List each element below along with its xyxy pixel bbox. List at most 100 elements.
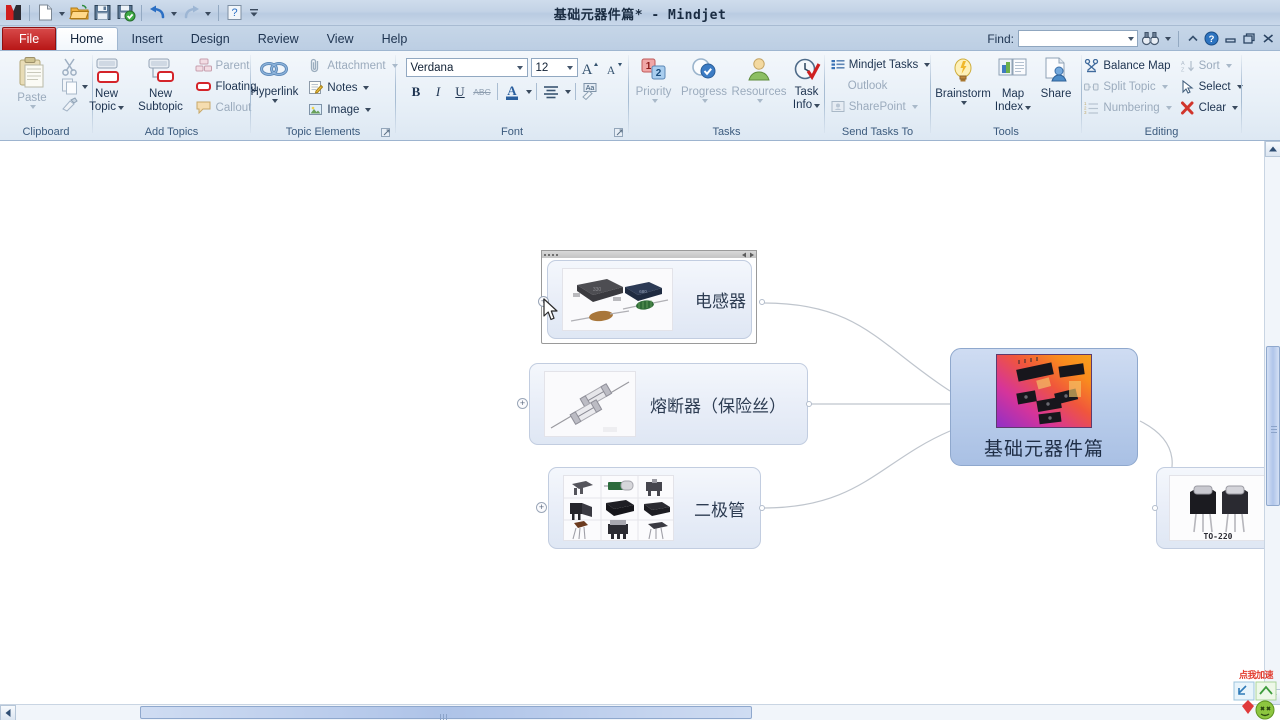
outlook-button[interactable]: Outlook	[828, 75, 891, 96]
tab-view[interactable]: View	[313, 27, 368, 50]
resources-button[interactable]: Resources	[731, 54, 788, 103]
notes-dropdown-arrow[interactable]	[363, 85, 370, 90]
find-input[interactable]	[1018, 30, 1138, 47]
align-dropdown-arrow[interactable]	[564, 89, 571, 94]
find-options-arrow[interactable]	[1165, 36, 1171, 41]
progress-button[interactable]: Progress	[678, 54, 731, 103]
font-family-dropdown-arrow[interactable]	[516, 66, 523, 70]
map-index-dropdown-arrow[interactable]	[1025, 105, 1032, 110]
topic-diode-expander[interactable]: +	[536, 502, 547, 513]
task-info-dropdown-arrow[interactable]	[814, 103, 821, 108]
numbering-dropdown-arrow[interactable]	[1165, 105, 1172, 110]
hyperlink-dropdown-arrow[interactable]	[272, 99, 279, 103]
map-index-button[interactable]: Map Index	[991, 54, 1035, 114]
tab-home[interactable]: Home	[56, 27, 118, 50]
drag-handle-dots[interactable]	[544, 253, 558, 256]
sharepoint-button[interactable]: SharePoint	[828, 96, 921, 117]
tab-insert[interactable]: Insert	[118, 27, 177, 50]
select-button[interactable]: Select	[1177, 76, 1246, 97]
font-size-dropdown-arrow[interactable]	[566, 66, 573, 70]
restore-button[interactable]	[1242, 32, 1257, 45]
progress-dropdown-arrow[interactable]	[702, 99, 708, 103]
tab-review[interactable]: Review	[244, 27, 313, 50]
binoculars-icon[interactable]	[1142, 31, 1159, 46]
numbering-button[interactable]: 123 Numbering	[1081, 97, 1174, 118]
title-bar: ? 基础元器件篇* - Mindjet	[0, 0, 1280, 26]
sort-button[interactable]: A Z Sort	[1177, 55, 1246, 76]
central-topic[interactable]: 基础元器件篇	[950, 348, 1138, 466]
tab-design[interactable]: Design	[177, 27, 244, 50]
parent-topic-icon	[195, 58, 212, 73]
task-info-button[interactable]: Task Info	[788, 54, 826, 112]
sharepoint-dropdown-arrow[interactable]	[911, 104, 918, 109]
new-subtopic-button[interactable]: New Subtopic	[132, 54, 190, 114]
strikethrough-button[interactable]: ABC	[472, 81, 493, 102]
priority-dropdown-arrow[interactable]	[651, 99, 658, 103]
balance-map-icon	[1084, 58, 1099, 73]
brainstorm-dropdown-arrow[interactable]	[961, 101, 967, 105]
sharepoint-icon	[831, 100, 845, 113]
italic-button[interactable]: I	[428, 81, 449, 102]
topic-inductor-expander[interactable]: +	[538, 296, 549, 307]
shrink-font-button[interactable]: A	[605, 57, 626, 78]
horizontal-scroll-thumb[interactable]	[140, 706, 752, 720]
sort-dropdown-arrow[interactable]	[1225, 63, 1232, 68]
selected-topic-toolbar[interactable]	[541, 250, 757, 258]
tab-file[interactable]: File	[2, 27, 57, 50]
brainstorm-button[interactable]: Brainstorm	[935, 54, 991, 105]
clear-dropdown-arrow[interactable]	[1232, 105, 1239, 110]
share-button[interactable]: Share	[1035, 54, 1077, 101]
topic-fuse[interactable]: 熔断器（保险丝）	[529, 363, 808, 445]
topic-elements-dialog-launcher[interactable]	[381, 128, 392, 139]
font-color-dropdown-arrow[interactable]	[525, 89, 532, 94]
font-family-combo[interactable]: Verdana	[405, 58, 528, 77]
tab-help[interactable]: Help	[368, 27, 422, 50]
clear-formatting-button[interactable]: Aa	[580, 81, 601, 102]
collapse-ribbon-icon[interactable]	[1186, 32, 1200, 45]
image-button[interactable]: Image	[305, 99, 400, 120]
scroll-up-button[interactable]	[1265, 141, 1280, 157]
font-size-combo[interactable]: 12	[530, 58, 578, 77]
topic-inductor[interactable]: 330 680 电感器	[547, 260, 752, 339]
bold-button[interactable]: B	[406, 81, 427, 102]
font-dialog-launcher[interactable]	[614, 128, 625, 139]
minimize-button[interactable]	[1223, 32, 1238, 45]
vertical-scroll-thumb[interactable]	[1266, 346, 1280, 506]
grow-font-button[interactable]: A	[581, 57, 602, 78]
font-color-button[interactable]: A	[502, 81, 523, 102]
underline-button[interactable]: U	[450, 81, 471, 102]
floating-ad-overlay[interactable]: 点我加速	[1232, 668, 1280, 720]
align-button[interactable]	[541, 81, 562, 102]
vertical-scrollbar[interactable]	[1264, 141, 1280, 705]
close-button[interactable]	[1261, 32, 1276, 45]
find-dropdown-arrow[interactable]	[1128, 37, 1134, 41]
help-circle-icon[interactable]: ?	[1204, 31, 1219, 46]
resize-handle-icon[interactable]	[742, 252, 754, 258]
topic-fuse-expander[interactable]: +	[517, 398, 528, 409]
split-topic-button[interactable]: Split Topic	[1081, 76, 1174, 97]
sort-icon: A Z	[1180, 59, 1195, 73]
scroll-left-button[interactable]	[0, 705, 16, 720]
paste-label: Paste	[17, 92, 47, 104]
resources-dropdown-arrow[interactable]	[757, 99, 763, 103]
image-dropdown-arrow[interactable]	[365, 107, 372, 112]
priority-button[interactable]: 1 2 Priority	[630, 54, 678, 103]
notes-button[interactable]: Notes	[305, 77, 400, 98]
hyperlink-button[interactable]: Hyperlink	[245, 54, 303, 103]
horizontal-scrollbar[interactable]	[0, 704, 1264, 720]
topic-diode[interactable]: 二极管	[548, 467, 761, 549]
balance-map-button[interactable]: Balance Map	[1081, 55, 1174, 76]
copy-icon[interactable]	[60, 77, 80, 96]
mindjet-tasks-button[interactable]: Mindjet Tasks	[828, 54, 933, 75]
attachment-button[interactable]: Attachment	[305, 55, 400, 76]
new-topic-button[interactable]: New Topic	[84, 54, 130, 114]
split-topic-dropdown-arrow[interactable]	[1161, 84, 1168, 89]
task-info-label-2: Info	[792, 99, 813, 111]
new-topic-dropdown-arrow[interactable]	[117, 105, 124, 110]
paste-dropdown-arrow[interactable]	[30, 105, 36, 109]
floating-ad-icon[interactable]	[1232, 680, 1280, 720]
topic-to220[interactable]: TO-220	[1156, 467, 1280, 549]
map-canvas[interactable]: 基础元器件篇 330 680 电感器 + 熔断器（保险丝） + 二极管 + TO…	[0, 141, 1280, 720]
clear-button[interactable]: Clear	[1177, 97, 1246, 118]
paste-button[interactable]: Paste	[4, 54, 60, 109]
